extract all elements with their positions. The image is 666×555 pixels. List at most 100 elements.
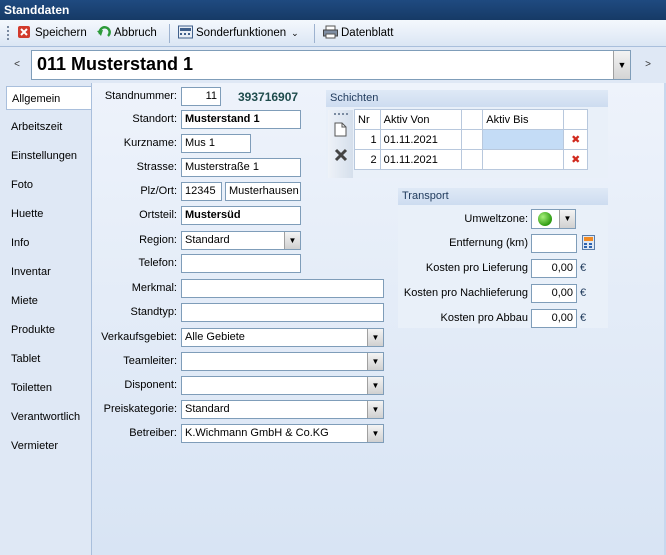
- ort-field[interactable]: Musterhausen: [225, 182, 301, 201]
- toolbar-grip[interactable]: [334, 113, 348, 115]
- delete-icon[interactable]: [334, 148, 348, 165]
- chevron-down-icon[interactable]: ▼: [367, 401, 383, 418]
- betreiber-select[interactable]: K.Wichmann GmbH & Co.KG ▼: [181, 424, 384, 443]
- table-row[interactable]: 2 01.11.2021 ✖: [354, 149, 588, 170]
- column-header-nr[interactable]: Nr: [354, 109, 381, 130]
- toolbar-grip[interactable]: [7, 26, 9, 41]
- toolbar-separator: [314, 24, 315, 43]
- toolbar: Speichern Abbruch Sonderfunktionen ⌄ Date…: [0, 20, 666, 47]
- lieferung-field[interactable]: 0,00: [531, 259, 577, 278]
- special-functions-button[interactable]: Sonderfunktionen ⌄: [178, 24, 299, 43]
- ortsteil-field[interactable]: Mustersüd: [181, 206, 301, 225]
- umweltzone-select[interactable]: ▼: [531, 209, 576, 229]
- row-aktiv-von[interactable]: 01.11.2021: [379, 129, 462, 150]
- telefon-field[interactable]: [181, 254, 301, 273]
- row-spacer: [460, 129, 484, 150]
- chevron-down-icon[interactable]: ▼: [367, 377, 383, 394]
- delete-row-icon[interactable]: ✖: [563, 149, 588, 170]
- calculator-icon: [178, 25, 193, 39]
- save-icon: [17, 25, 31, 39]
- betreiber-value: K.Wichmann GmbH & Co.KG: [185, 427, 329, 439]
- plz-field[interactable]: 12345: [181, 182, 222, 201]
- special-functions-label: Sonderfunktionen: [196, 27, 287, 39]
- window-title: Standdaten: [0, 0, 666, 20]
- chevron-down-icon[interactable]: ▼: [559, 210, 575, 228]
- standtyp-label: Standtyp:: [130, 306, 177, 318]
- row-aktiv-bis[interactable]: [482, 149, 565, 170]
- schichten-title: Schichten: [326, 90, 608, 107]
- cancel-button[interactable]: Abbruch: [96, 24, 157, 43]
- delete-row-icon[interactable]: ✖: [563, 129, 588, 150]
- green-circle-icon: [538, 212, 552, 226]
- row-aktiv-bis[interactable]: [482, 129, 565, 150]
- new-document-icon[interactable]: [334, 122, 347, 140]
- tab-einstellungen[interactable]: Einstellungen: [6, 144, 91, 168]
- column-header-delete: [563, 109, 588, 130]
- standort-label: Standort:: [132, 113, 177, 125]
- chevron-down-icon[interactable]: ▼: [284, 232, 300, 249]
- betreiber-label: Betreiber:: [129, 427, 177, 439]
- region-select[interactable]: Standard ▼: [181, 231, 301, 250]
- chevron-down-icon[interactable]: ▼: [613, 51, 630, 79]
- merkmal-field[interactable]: [181, 279, 384, 298]
- tab-arbeitszeit[interactable]: Arbeitszeit: [6, 115, 91, 139]
- verkaufsgebiet-select[interactable]: Alle Gebiete ▼: [181, 328, 384, 347]
- currency-label: €: [580, 262, 587, 274]
- datasheet-button[interactable]: Datenblatt: [323, 24, 393, 43]
- tab-tablet[interactable]: Tablet: [6, 347, 91, 371]
- standort-field[interactable]: Musterstand 1: [181, 110, 301, 129]
- tab-vermieter[interactable]: Vermieter: [6, 434, 91, 458]
- plz-ort-label: Plz/Ort:: [140, 185, 177, 197]
- tab-inventar[interactable]: Inventar: [6, 260, 91, 284]
- next-record-button[interactable]: >: [641, 59, 655, 73]
- preiskategorie-label: Preiskategorie:: [103, 403, 177, 415]
- verkaufsgebiet-label: Verkaufsgebiet:: [101, 331, 177, 343]
- tab-huette[interactable]: Huette: [6, 202, 91, 226]
- schichten-toolbar: [328, 110, 353, 178]
- chevron-down-icon[interactable]: ▼: [367, 425, 383, 442]
- calculate-distance-icon[interactable]: [582, 235, 595, 250]
- kurzname-field[interactable]: Mus 1: [181, 134, 251, 153]
- printer-icon: [323, 25, 338, 39]
- chevron-down-icon[interactable]: ▼: [367, 329, 383, 346]
- tab-toiletten[interactable]: Toiletten: [6, 376, 91, 400]
- transport-title: Transport: [398, 188, 608, 205]
- chevron-down-icon[interactable]: ▼: [367, 353, 383, 370]
- save-button[interactable]: Speichern: [17, 24, 87, 43]
- teamleiter-label: Teamleiter:: [123, 355, 177, 367]
- standtyp-field[interactable]: [181, 303, 384, 322]
- standnummer-field[interactable]: 11: [181, 87, 221, 106]
- strasse-field[interactable]: Musterstraße 1: [181, 158, 301, 177]
- column-header-aktiv-von[interactable]: Aktiv Von: [379, 109, 462, 130]
- schichten-table: Nr Aktiv Von Aktiv Bis 1 01.11.2021 ✖ 2 …: [354, 109, 588, 170]
- kurzname-label: Kurzname:: [123, 137, 177, 149]
- tab-verantwortlich[interactable]: Verantwortlich: [6, 405, 91, 429]
- disponent-label: Disponent:: [124, 379, 177, 391]
- tab-miete[interactable]: Miete: [6, 289, 91, 313]
- transport-group: Transport: [398, 188, 608, 328]
- toolbar-separator: [169, 24, 170, 43]
- chevron-down-icon: ⌄: [291, 28, 299, 38]
- column-header-aktiv-bis[interactable]: Aktiv Bis: [482, 109, 565, 130]
- nachlieferung-field[interactable]: 0,00: [531, 284, 577, 303]
- entfernung-field[interactable]: [531, 234, 577, 253]
- tab-info[interactable]: Info: [6, 231, 91, 255]
- table-row[interactable]: 1 01.11.2021 ✖: [354, 129, 588, 150]
- tab-foto[interactable]: Foto: [6, 173, 91, 197]
- abbau-field[interactable]: 0,00: [531, 309, 577, 328]
- tab-allgemein[interactable]: Allgemein: [6, 86, 91, 110]
- abbau-label: Kosten pro Abbau: [440, 312, 528, 324]
- datasheet-label: Datenblatt: [341, 27, 394, 39]
- verkaufsgebiet-value: Alle Gebiete: [185, 331, 245, 343]
- tab-produkte[interactable]: Produkte: [6, 318, 91, 342]
- previous-record-button[interactable]: <: [10, 59, 24, 73]
- teamleiter-select[interactable]: ▼: [181, 352, 384, 371]
- preiskategorie-select[interactable]: Standard ▼: [181, 400, 384, 419]
- row-aktiv-von[interactable]: 01.11.2021: [379, 149, 462, 170]
- save-label: Speichern: [35, 27, 87, 39]
- disponent-select[interactable]: ▼: [181, 376, 384, 395]
- record-selector[interactable]: 011 Musterstand 1 ▼: [31, 50, 631, 80]
- sidebar: Allgemein Arbeitszeit Einstellungen Foto…: [0, 83, 91, 555]
- undo-icon: [96, 25, 111, 39]
- region-label: Region:: [139, 234, 177, 246]
